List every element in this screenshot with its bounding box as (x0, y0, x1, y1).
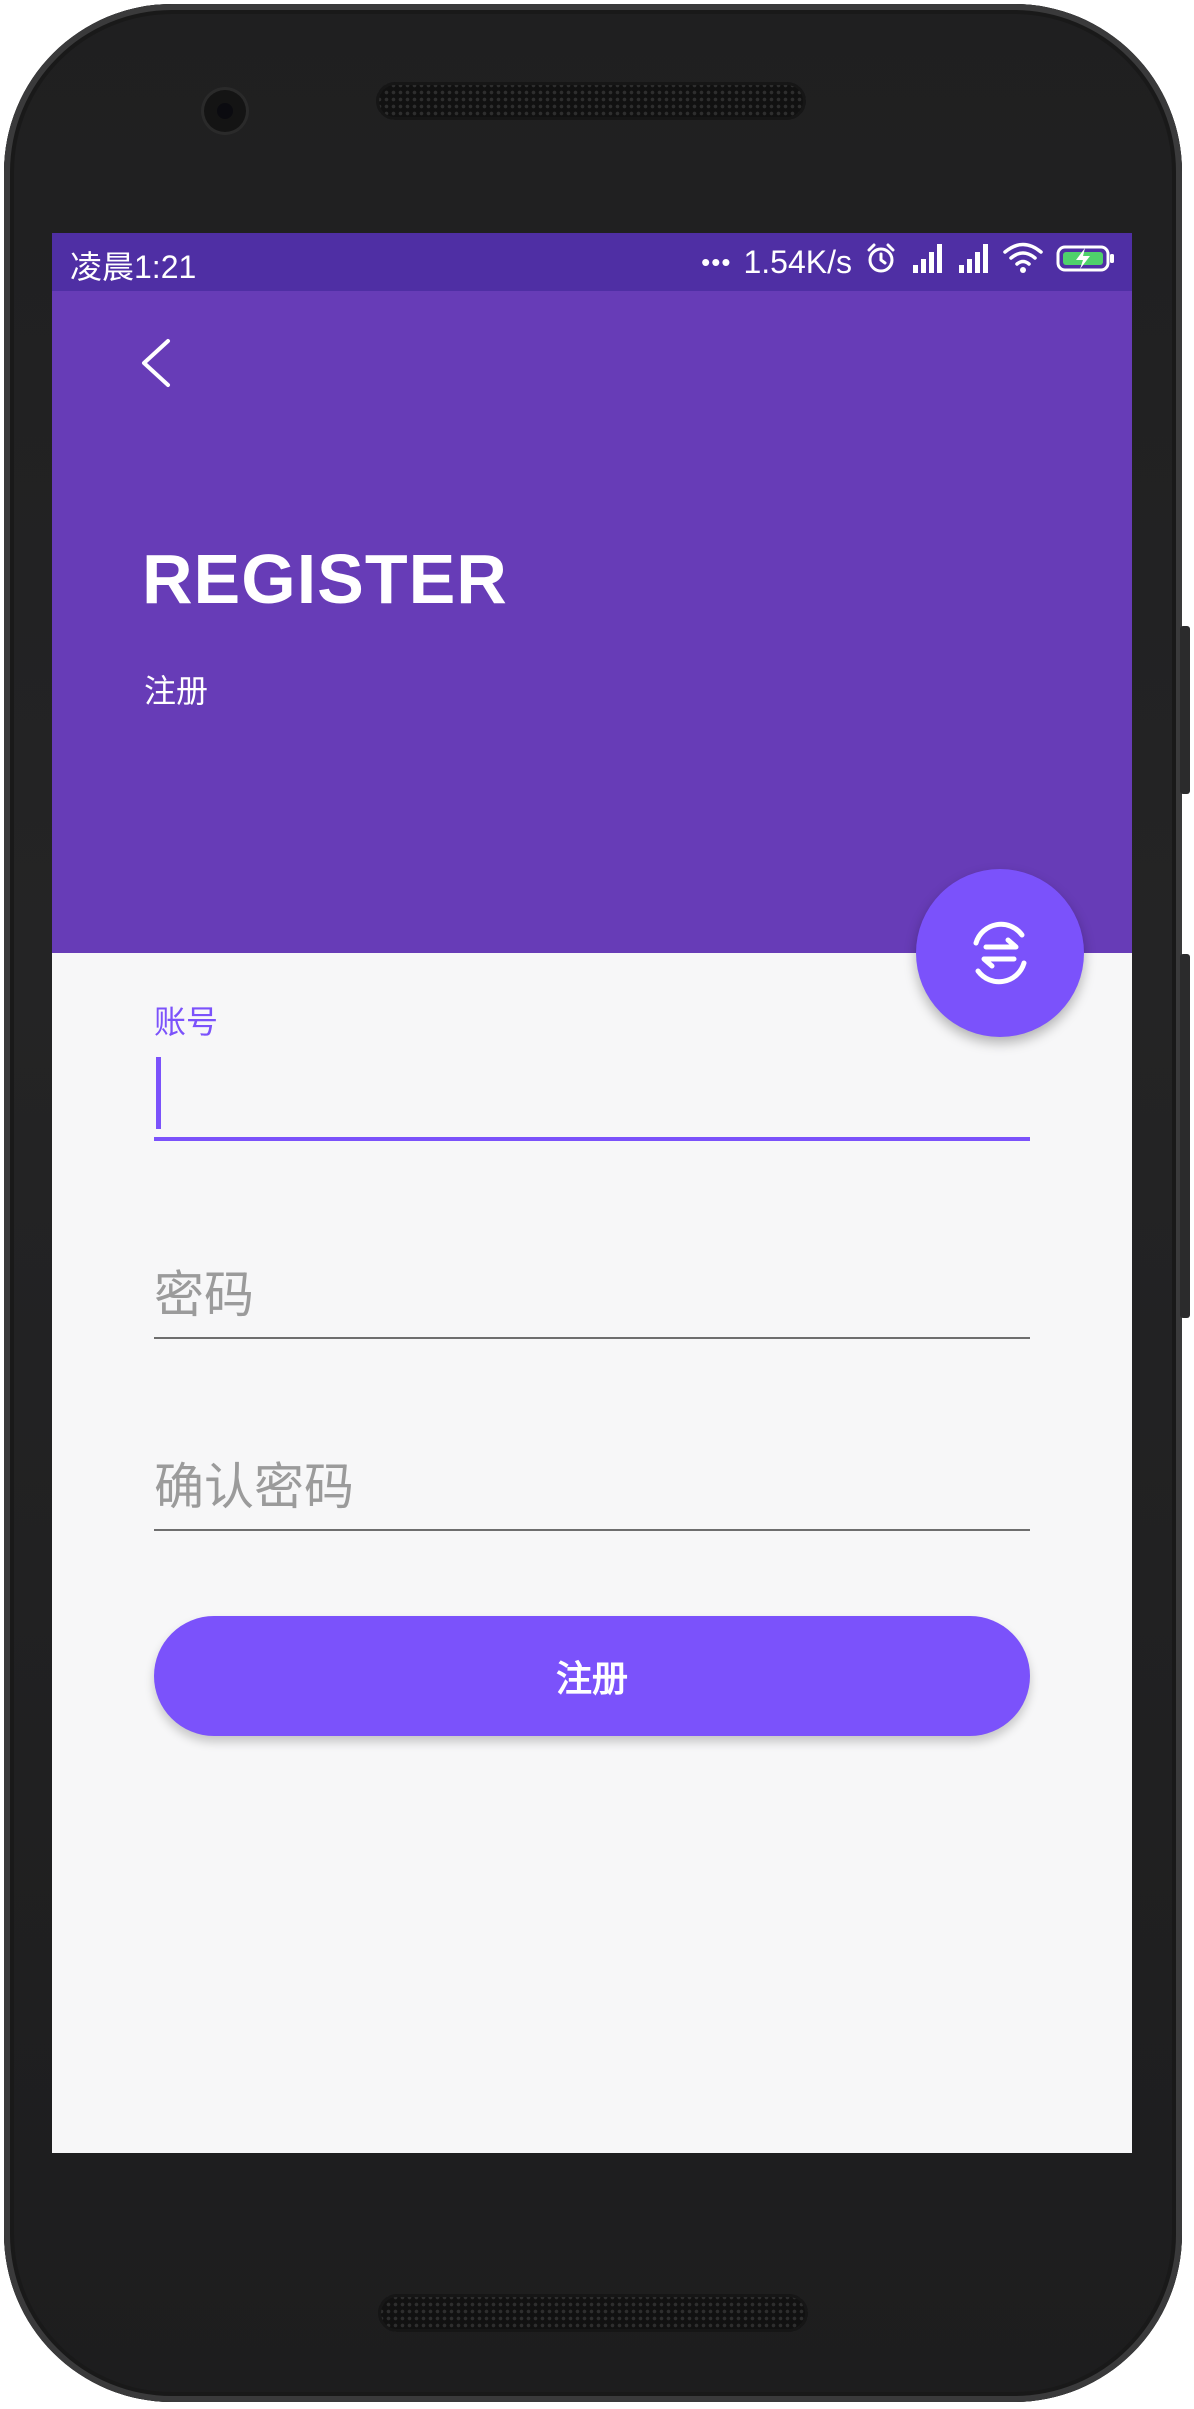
app-screen: 凌晨1:21 ••• 1.54K/s REGISTER 注册 账号 密码 确认密… (52, 233, 1132, 2153)
account-field[interactable]: 账号 (154, 997, 1030, 1147)
confirm-password-placeholder: 确认密码 (154, 1458, 354, 1516)
signal-icon (956, 241, 990, 283)
alarm-icon (864, 241, 898, 283)
register-button-label: 注册 (555, 1659, 628, 1700)
password-placeholder: 密码 (154, 1266, 254, 1324)
front-camera (204, 90, 246, 132)
top-speaker (376, 82, 806, 120)
battery-charging-icon (1056, 241, 1116, 283)
page-title: REGISTER (142, 540, 508, 618)
volume-button (1180, 954, 1190, 1318)
text-cursor (156, 1057, 161, 1129)
page-subtitle: 注册 (144, 672, 209, 710)
swap-refresh-icon (973, 921, 1027, 985)
password-underline (154, 1337, 1030, 1339)
bottom-speaker (378, 2294, 808, 2332)
signal-icon (910, 241, 944, 283)
status-indicators: ••• 1.54K/s (701, 241, 1116, 283)
confirm-password-field[interactable]: 确认密码 (154, 1425, 1030, 1535)
network-speed: 1.54K/s (743, 243, 852, 280)
account-underline (154, 1137, 1030, 1141)
status-time: 凌晨1:21 (70, 249, 197, 285)
password-field[interactable]: 密码 (154, 1233, 1030, 1343)
status-bar: 凌晨1:21 ••• 1.54K/s (52, 233, 1132, 291)
header-banner: REGISTER 注册 (52, 291, 1132, 953)
confirm-password-underline (154, 1529, 1030, 1531)
wifi-icon (1002, 241, 1044, 283)
register-button[interactable]: 注册 (154, 1616, 1030, 1736)
back-button[interactable] (128, 331, 188, 395)
power-button (1180, 626, 1190, 794)
more-dots: ••• (701, 246, 732, 277)
chevron-left-icon (142, 339, 170, 387)
account-label: 账号 (154, 1003, 219, 1041)
